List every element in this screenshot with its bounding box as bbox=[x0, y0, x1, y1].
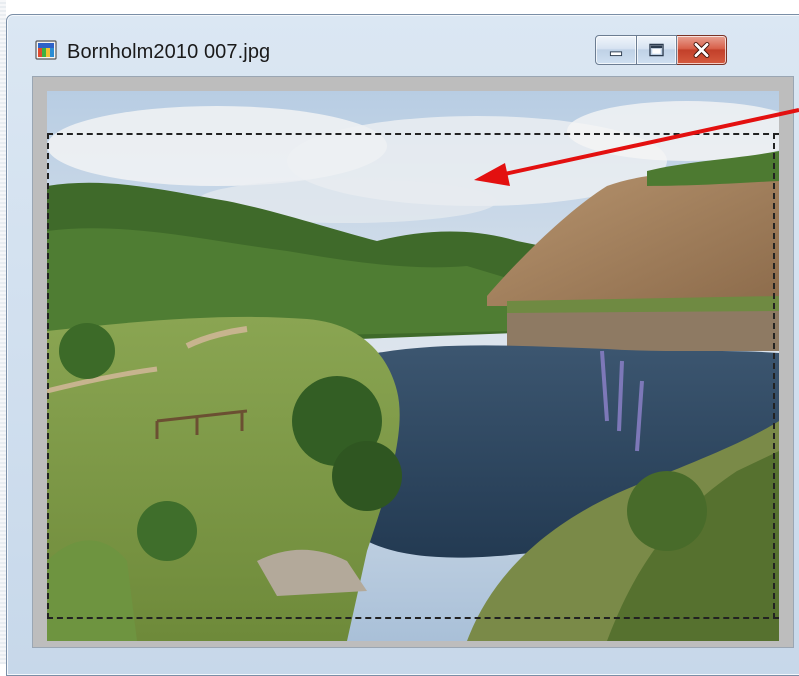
maximize-icon bbox=[649, 43, 664, 57]
minimize-icon bbox=[609, 51, 623, 57]
image-viewport bbox=[32, 76, 794, 648]
image-file-icon bbox=[35, 39, 57, 61]
close-icon bbox=[693, 42, 710, 58]
crop-selection-right[interactable] bbox=[773, 133, 775, 619]
title-bar[interactable]: Bornholm2010 007.jpg bbox=[7, 15, 799, 85]
crop-selection-top[interactable] bbox=[47, 133, 779, 135]
maximize-button[interactable] bbox=[637, 35, 677, 65]
crop-selection-left[interactable] bbox=[47, 133, 49, 619]
quarry-lake-photo bbox=[47, 91, 779, 641]
crop-selection-bottom[interactable] bbox=[47, 617, 779, 619]
photo-canvas[interactable] bbox=[47, 91, 779, 641]
minimize-button[interactable] bbox=[595, 35, 637, 65]
window-title: Bornholm2010 007.jpg bbox=[67, 41, 271, 63]
close-button[interactable] bbox=[677, 35, 727, 65]
